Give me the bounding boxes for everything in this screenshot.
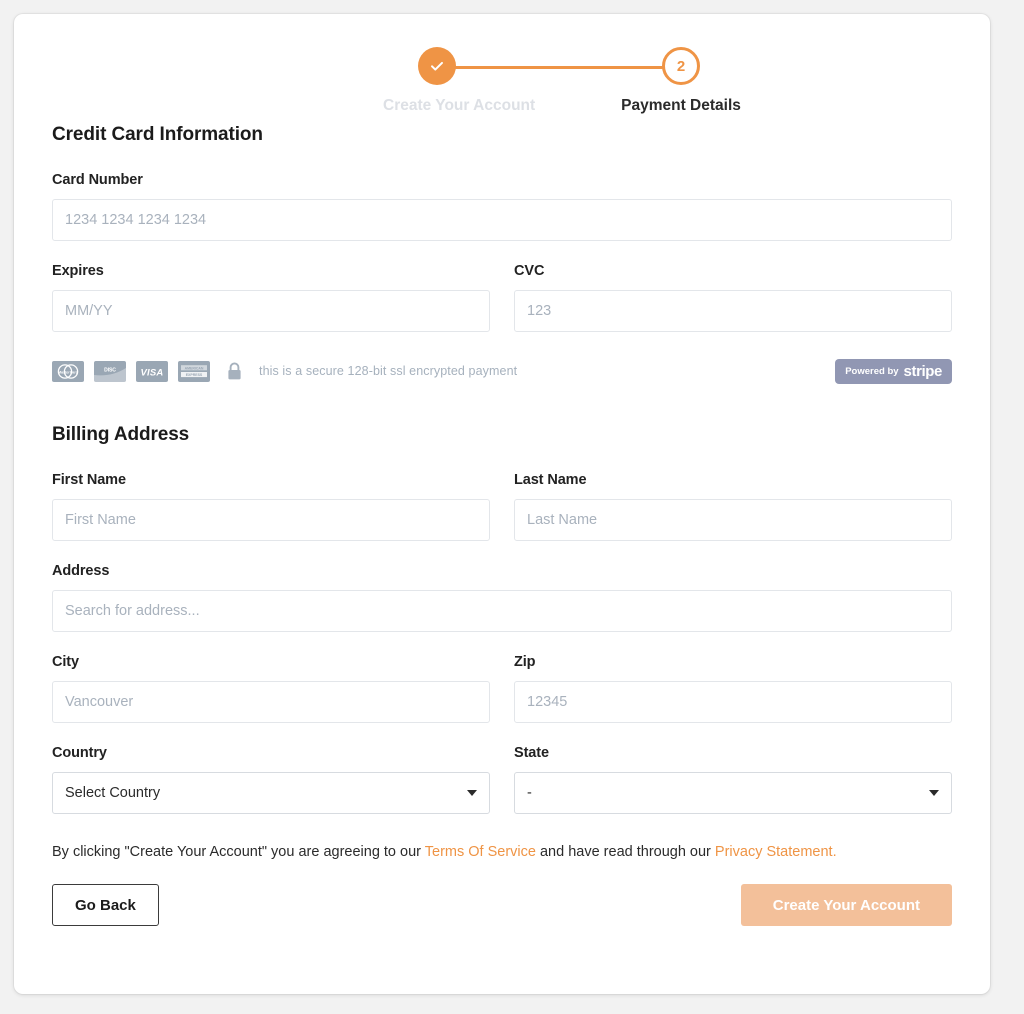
billing-address-section-title: Billing Address (52, 424, 190, 445)
address-field: Address (52, 563, 952, 632)
expiry-cvc-row: Expires CVC (52, 263, 952, 332)
checkout-card: Create Your Account 2 Payment Details Cr… (14, 14, 990, 994)
svg-text:AMERICAN: AMERICAN (185, 366, 204, 370)
expires-label: Expires (52, 263, 104, 279)
progress-stepper: Create Your Account 2 Payment Details (52, 14, 952, 124)
check-icon (428, 57, 446, 75)
state-field: State - (514, 745, 952, 814)
cvc-input[interactable] (514, 290, 952, 332)
last-name-input[interactable] (514, 499, 952, 541)
stepper-step-create-account[interactable]: Create Your Account (383, 47, 536, 115)
country-select[interactable]: Select Country (52, 772, 490, 814)
svg-text:MasterCard: MasterCard (58, 370, 78, 374)
form-actions: Go Back Create Your Account (52, 884, 952, 926)
card-number-input[interactable] (52, 199, 952, 241)
stripe-prefix-label: Powered by (845, 365, 899, 377)
expires-field: Expires (52, 263, 490, 332)
mastercard-icon: MasterCard (52, 360, 84, 382)
state-label: State (514, 745, 549, 761)
country-state-row: Country Select Country State - (52, 745, 952, 814)
step-1-marker (418, 47, 456, 85)
card-number-label: Card Number (52, 172, 143, 188)
legal-text-part-1: By clicking "Create Your Account" you ar… (52, 844, 425, 860)
address-row: Address (52, 563, 952, 632)
expires-input[interactable] (52, 290, 490, 332)
step-2-marker: 2 (662, 47, 700, 85)
country-label: Country (52, 745, 107, 761)
zip-label: Zip (514, 654, 536, 670)
privacy-statement-link[interactable]: Privacy Statement. (715, 844, 837, 860)
first-name-input[interactable] (52, 499, 490, 541)
last-name-label: Last Name (514, 472, 587, 488)
legal-agreement-text: By clicking "Create Your Account" you ar… (52, 844, 952, 860)
secure-payment-row: MasterCard DISC x y VISA (52, 354, 952, 388)
cvc-field: CVC (514, 263, 952, 332)
american-express-icon: AMERICAN EXPRESS (178, 360, 210, 382)
stepper-step-payment-details[interactable]: 2 Payment Details (611, 47, 751, 115)
name-row: First Name Last Name (52, 472, 952, 541)
step-2-label: Payment Details (621, 97, 741, 114)
stripe-powered-badge: Powered by stripe (835, 358, 952, 384)
visa-icon: VISA (136, 360, 168, 382)
city-input[interactable] (52, 681, 490, 723)
card-number-row: Card Number (52, 172, 952, 241)
address-search-input[interactable] (52, 590, 952, 632)
country-field: Country Select Country (52, 745, 490, 814)
zip-input[interactable] (514, 681, 952, 723)
step-1-label: Create Your Account (383, 97, 536, 114)
first-name-label: First Name (52, 472, 126, 488)
state-selected-value: - (527, 785, 532, 801)
chevron-down-icon (467, 790, 477, 796)
secure-payment-text: this is a secure 128-bit ssl encrypted p… (259, 364, 518, 378)
cvc-label: CVC (514, 263, 545, 279)
page-background: Create Your Account 2 Payment Details Cr… (0, 0, 1024, 1014)
discover-icon: DISC x y (94, 360, 126, 382)
credit-card-section-title: Credit Card Information (52, 124, 263, 145)
card-number-field: Card Number (52, 172, 952, 241)
svg-text:EXPRESS: EXPRESS (186, 373, 203, 377)
first-name-field: First Name (52, 472, 490, 541)
country-selected-value: Select Country (65, 785, 161, 801)
go-back-button[interactable]: Go Back (52, 884, 159, 926)
state-select[interactable]: - (514, 772, 952, 814)
city-field: City (52, 654, 490, 723)
address-label: Address (52, 563, 110, 579)
stripe-wordmark: stripe (903, 362, 943, 380)
lock-icon (226, 361, 243, 382)
zip-field: Zip (514, 654, 952, 723)
chevron-down-icon (929, 790, 939, 796)
create-account-submit-button[interactable]: Create Your Account (740, 884, 952, 926)
last-name-field: Last Name (514, 472, 952, 541)
city-zip-row: City Zip (52, 654, 952, 723)
legal-text-part-2: and have read through our (535, 844, 715, 860)
payment-brand-list: MasterCard DISC x y VISA (52, 360, 518, 382)
terms-of-service-link[interactable]: Terms Of Service (425, 844, 536, 860)
city-label: City (52, 654, 79, 670)
svg-text:VISA: VISA (141, 367, 164, 378)
